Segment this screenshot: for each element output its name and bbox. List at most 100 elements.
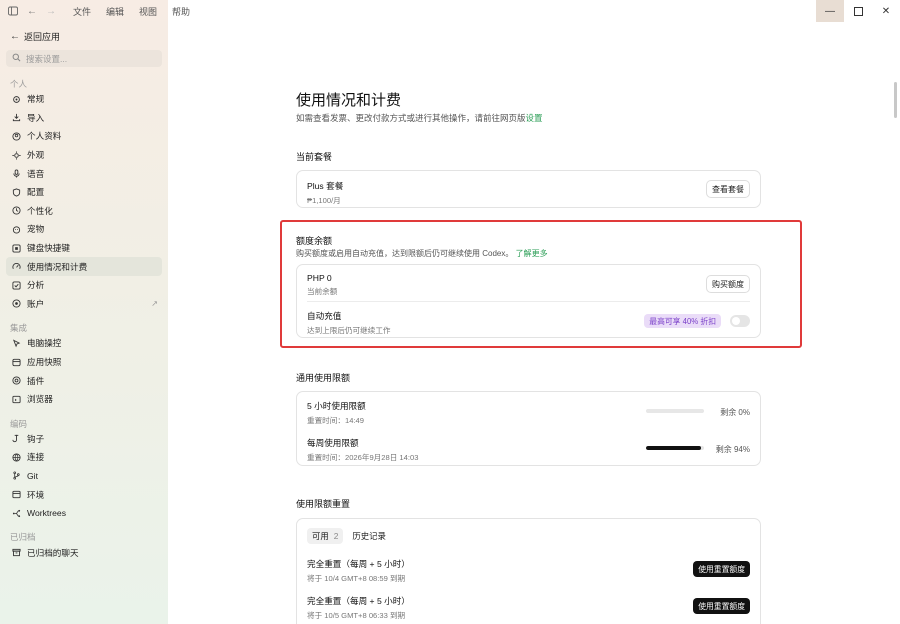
tab-history[interactable]: 历史记录 — [347, 528, 391, 544]
search-input[interactable] — [26, 53, 146, 64]
sidebar-item[interactable]: 环境 — [6, 485, 162, 504]
auto-recharge-toggle[interactable] — [730, 315, 750, 327]
sidebar-item[interactable]: 宠物 — [6, 220, 162, 239]
resets-tabs: 可用 2 历史记录 — [307, 528, 391, 544]
limit-item: 5 小时使用限额 重置时间：14:49 — [307, 400, 366, 426]
back-to-app-label: 返回应用 — [24, 31, 61, 42]
auto-recharge-title: 自动充值 — [307, 311, 342, 321]
keyboard-icon — [10, 243, 22, 253]
balance-card: PHP 0 当前余额 购买额度 自动充值 达到上限后仍可继续工作 最高可享 40… — [296, 264, 761, 338]
plan-name: Plus 套餐 — [307, 181, 344, 191]
sidebar-item-label: 应用快照 — [27, 357, 62, 368]
page-subtitle: 如需查看发票、更改付款方式或进行其他操作，请前往网页版设置 — [296, 112, 543, 124]
use-reset-button[interactable]: 使用重置额度 — [693, 598, 750, 614]
sidebar-item-label: 语音 — [27, 168, 45, 179]
view-plan-button[interactable]: 查看套餐 — [706, 180, 750, 198]
sidebar-item[interactable]: 使用情况和计费 — [6, 257, 162, 276]
auto-recharge-block: 自动充值 达到上限后仍可继续工作 — [307, 310, 391, 336]
divider — [307, 301, 750, 302]
sidebar-item[interactable]: 连接 — [6, 448, 162, 467]
sidebar-item-label: 外观 — [27, 150, 45, 161]
maximize-icon[interactable] — [844, 0, 872, 22]
learn-more-link[interactable]: 了解更多 — [516, 249, 548, 258]
limit-item: 每周使用限额 重置时间：2026年9月28日 14:03 — [307, 437, 418, 463]
sidebar-item[interactable]: 配置 — [6, 183, 162, 202]
balance-heading: 额度余额 — [296, 236, 333, 246]
browser-icon — [10, 395, 22, 404]
limit-progress-bar — [646, 409, 704, 413]
plugin-icon — [10, 376, 22, 385]
environment-icon — [10, 490, 22, 499]
sidebar-item[interactable]: 插件 — [6, 371, 162, 390]
nav-back-icon[interactable]: ← — [24, 3, 40, 19]
sidebar-item-label: 电脑操控 — [27, 338, 62, 349]
current-plan-heading: 当前套餐 — [296, 152, 333, 162]
hook-icon — [10, 434, 22, 443]
sidebar-item-label: 导入 — [27, 112, 45, 123]
use-reset-button[interactable]: 使用重置额度 — [693, 561, 750, 577]
sidebar-item[interactable]: Worktrees — [6, 504, 162, 523]
title-bar: ← → 文件 编辑 视图 帮助 — ✕ — [0, 0, 900, 22]
import-icon — [10, 113, 22, 122]
sidebar-item[interactable]: 个性化 — [6, 202, 162, 221]
sidebar-item-label: 插件 — [27, 375, 45, 386]
sidebar-item[interactable]: 分析 — [6, 276, 162, 295]
toggle-knob — [732, 317, 740, 325]
limit-progress-fill — [646, 446, 701, 450]
sidebar-item[interactable]: 已归档的聊天 — [6, 543, 162, 562]
settings-link[interactable]: 设置 — [526, 113, 543, 123]
limit-remaining: 剩余 94% — [715, 445, 750, 454]
menu-file[interactable]: 文件 — [73, 5, 91, 18]
sidebar-item[interactable]: 应用快照 — [6, 353, 162, 372]
sidebar-item[interactable]: 钩子 — [6, 430, 162, 449]
tab-available-count: 2 — [333, 531, 339, 541]
sidebar-item[interactable]: 语音 — [6, 164, 162, 183]
promo-badge: 最高可享 40% 折扣 — [644, 314, 721, 328]
menu-help[interactable]: 帮助 — [172, 5, 190, 18]
settings-icon — [10, 95, 22, 104]
limits-heading: 通用使用限额 — [296, 373, 351, 383]
arrow-left-icon: ← — [10, 30, 20, 42]
sidebar-item-label: 钩子 — [27, 433, 45, 444]
sidebar-item[interactable]: 外观 — [6, 146, 162, 165]
sidebar-item[interactable]: 键盘快捷键 — [6, 239, 162, 258]
sidebar-item-label: 账户 — [27, 298, 45, 309]
sidebar-item[interactable]: 个人资料 — [6, 127, 162, 146]
nav-forward-icon[interactable]: → — [43, 3, 59, 19]
plan-info: Plus 套餐 ₱1,100/月 — [307, 180, 343, 206]
menu-edit[interactable]: 编辑 — [106, 5, 124, 18]
limit-reset: 重置时间：14:49 — [307, 416, 364, 425]
tab-available[interactable]: 可用 2 — [307, 528, 344, 544]
globe-icon — [10, 453, 22, 462]
sidebar-item[interactable]: 浏览器 — [6, 390, 162, 409]
section-personal: 个人 — [10, 79, 28, 89]
sidebar-item-label: 常规 — [27, 94, 45, 105]
sidebar-item[interactable]: 电脑操控 — [6, 334, 162, 353]
limit-reset: 重置时间：2026年9月28日 14:03 — [307, 453, 419, 462]
sidebar-toggle-icon[interactable] — [5, 3, 21, 19]
back-to-app-link[interactable]: ← 返回应用 — [0, 27, 168, 45]
sidebar-item[interactable]: 账户 ↗ — [6, 295, 162, 314]
sidebar-item[interactable]: Git — [6, 467, 162, 486]
sidebar-item[interactable]: 常规 — [6, 90, 162, 109]
sidebar-item-label: 分析 — [27, 280, 45, 291]
git-icon — [10, 471, 22, 480]
minimize-icon[interactable]: — — [816, 0, 844, 22]
cursor-icon — [10, 339, 22, 348]
sidebar-item-label: Worktrees — [27, 508, 66, 519]
sidebar-item-label: 环境 — [27, 489, 45, 500]
menu-view[interactable]: 视图 — [139, 5, 157, 18]
scrollbar[interactable] — [894, 82, 897, 118]
sidebar-item[interactable]: 导入 — [6, 109, 162, 128]
close-icon[interactable]: ✕ — [872, 0, 900, 22]
sidebar-item-label: 个性化 — [27, 205, 53, 216]
snapshot-icon — [10, 358, 22, 367]
appearance-icon — [10, 151, 22, 160]
settings-search[interactable] — [6, 50, 162, 67]
buy-credits-button[interactable]: 购买额度 — [706, 275, 750, 293]
auto-recharge-sub: 达到上限后仍可继续工作 — [307, 326, 391, 335]
reset-item: 完全重置（每周 + 5 小时） 将于 10/5 GMT+8 06:33 到期 — [307, 595, 410, 621]
sidebar-item-label: Git — [27, 470, 38, 481]
archive-icon — [10, 548, 22, 557]
sidebar-item-label: 配置 — [27, 187, 45, 198]
